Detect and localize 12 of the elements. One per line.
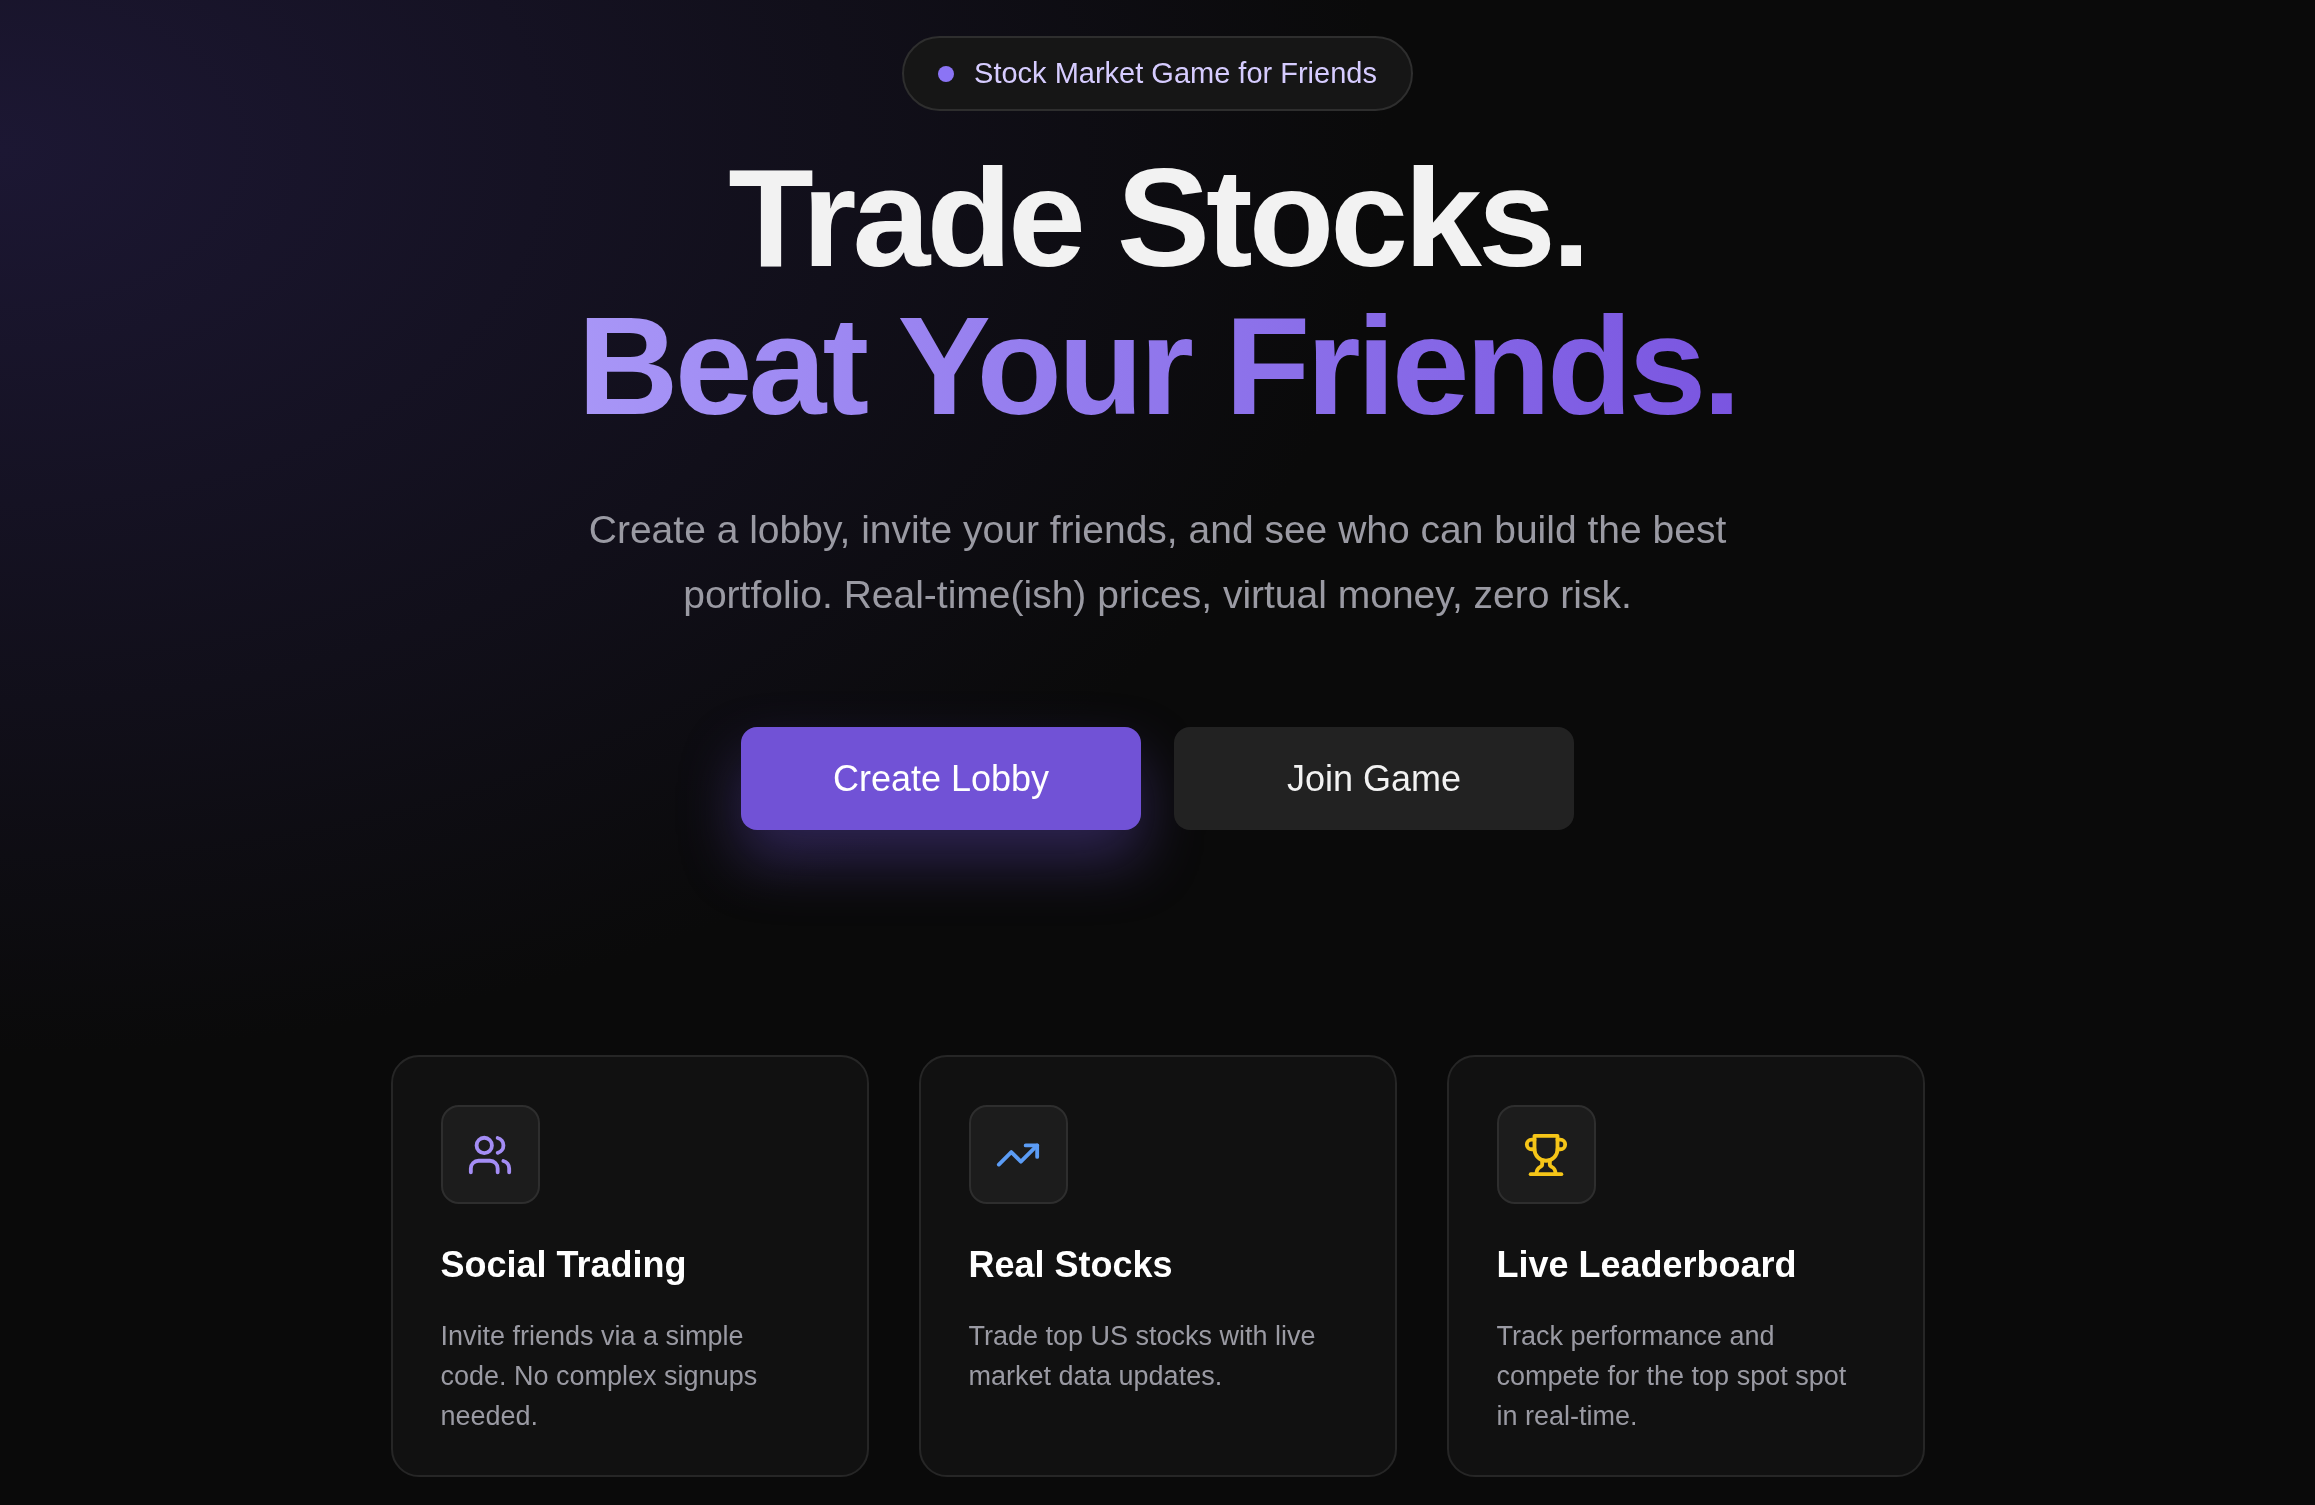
feature-description: Invite friends via a simple code. No complex signups needed. [440,1320,759,1433]
trophy-icon [1523,1131,1569,1178]
tagline: Stock Market Game for Friends [974,55,1377,91]
feature-description: Trade top US stocks with live market data updates. [968,1320,1317,1393]
create-lobby-button[interactable]: Create Lobby [741,727,1141,830]
join-game-button[interactable]: Join Game [1174,727,1574,830]
feature-title: Live Leaderboard [1496,1243,1798,1287]
headline: Trade Stocks. [728,145,1587,291]
feature-description: Track performance and compete for the top spot spot in real-time. [1496,1320,1848,1433]
feature-title: Real Stocks [968,1243,1174,1287]
subtitle: Create a lobby, invite your friends, and see who can build the best portfolio. Real-time(ish) prices, virtual money, zero risk. [587,507,1728,618]
feature-title: Social Trading [440,1243,688,1287]
